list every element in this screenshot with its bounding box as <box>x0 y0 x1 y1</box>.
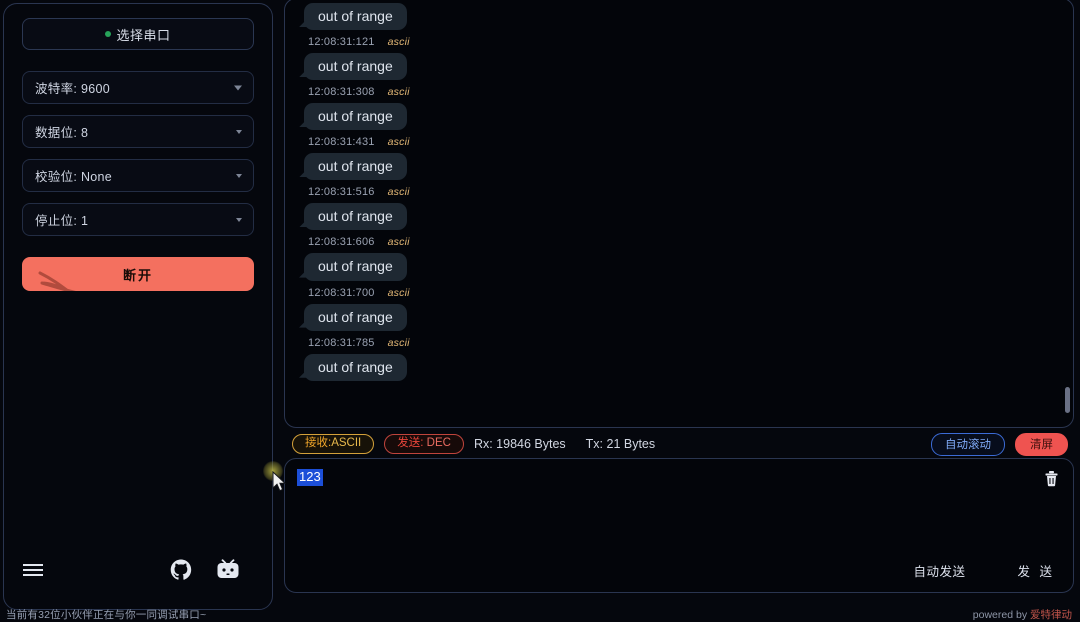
log-timestamp: 12:08:31:785 <box>308 336 375 349</box>
powered-by-brand: 爱特律动 <box>1030 608 1072 621</box>
log-timestamp: 12:08:31:700 <box>308 286 375 299</box>
stop-bits-label: 停止位: 1 <box>35 214 89 228</box>
chevron-down-icon <box>236 173 242 178</box>
log-timestamp: 12:08:31:308 <box>308 86 375 99</box>
log-meta-row: 12:08:31:121 ascii <box>308 36 1073 48</box>
sidebar-footer <box>22 559 254 581</box>
log-timestamp: 12:08:31:516 <box>308 186 375 199</box>
send-actions: 自动发送 发 送 <box>914 561 1056 580</box>
chevron-down-icon <box>234 85 242 90</box>
log-message-bubble: out of range <box>304 53 407 81</box>
send-input-value[interactable]: 123 <box>297 469 323 486</box>
receive-format-prefix: 接收: <box>305 437 332 450</box>
log-scrollbar-thumb[interactable] <box>1065 387 1070 413</box>
sidebar: 选择串口 波特率: 9600 数据位: 8 校验位: None 停止位: 1 断… <box>3 3 273 610</box>
log-message-bubble: out of range <box>304 303 407 331</box>
github-icon[interactable] <box>170 559 192 581</box>
log-timestamp: 12:08:31:606 <box>308 236 375 249</box>
auto-send-toggle[interactable]: 自动发送 <box>914 561 966 580</box>
log-format-label: ascii <box>387 186 410 199</box>
select-serial-port-label: 选择串口 <box>116 27 171 43</box>
data-bits-label: 数据位: 8 <box>35 126 89 140</box>
serial-log-list: out of range 12:08:31:121 ascii out of rang… <box>285 0 1073 385</box>
log-timestamp: 12:08:31:121 <box>308 36 375 49</box>
status-strip: 接收:ASCII 发送: DEC Rx: 19846 Bytes Tx: 21 … <box>284 430 1074 458</box>
log-format-label: ascii <box>387 136 410 149</box>
scribble-annotation <box>38 271 76 291</box>
log-meta-row: 12:08:31:431 ascii <box>308 136 1073 148</box>
trash-icon[interactable] <box>1044 470 1059 487</box>
send-format-badge[interactable]: 发送: DEC <box>384 434 464 454</box>
log-message-bubble: out of range <box>304 253 407 281</box>
serial-debugger-app: 选择串口 波特率: 9600 数据位: 8 校验位: None 停止位: 1 断… <box>0 0 1080 622</box>
log-meta-row: 12:08:31:308 ascii <box>308 86 1073 98</box>
send-format-prefix: 发送: <box>397 437 424 450</box>
powered-by-prefix: powered by <box>972 608 1030 621</box>
log-format-label: ascii <box>387 86 410 99</box>
rx-byte-counter: Rx: 19846 Bytes <box>473 437 566 451</box>
chevron-down-icon <box>236 217 242 222</box>
chevron-down-icon <box>236 129 242 134</box>
log-meta-row: 12:08:31:606 ascii <box>308 236 1073 248</box>
serial-log-panel[interactable]: out of range 12:08:31:121 ascii out of rang… <box>284 0 1074 428</box>
bottom-status-bar: 当前有32位小伙伴正在与你一同调试串口~ powered by 爱特律动 <box>0 606 1080 622</box>
log-format-label: ascii <box>387 36 410 49</box>
data-bits-select[interactable]: 数据位: 8 <box>22 115 254 148</box>
receive-format-value: ASCII <box>331 437 362 450</box>
menu-icon[interactable] <box>22 560 44 580</box>
online-users-text: 当前有32位小伙伴正在与你一同调试串口~ <box>6 608 207 621</box>
log-timestamp: 12:08:31:431 <box>308 136 375 149</box>
powered-by-text: powered by 爱特律动 <box>973 607 1072 622</box>
send-button[interactable]: 发 送 <box>1018 561 1055 580</box>
baud-rate-label: 波特率: 9600 <box>35 82 110 96</box>
send-format-value: DEC <box>423 437 451 450</box>
log-message-bubble: out of range <box>304 353 407 381</box>
baud-rate-select[interactable]: 波特率: 9600 <box>22 71 254 104</box>
send-input-panel[interactable]: 123 自动发送 发 送 <box>284 458 1074 593</box>
stop-bits-select[interactable]: 停止位: 1 <box>22 203 254 236</box>
log-meta-row: 12:08:31:700 ascii <box>308 287 1073 299</box>
main-panel: out of range 12:08:31:121 ascii out of rang… <box>273 0 1080 622</box>
disconnect-label: 断开 <box>122 267 153 283</box>
disconnect-button[interactable]: 断开 <box>22 257 254 291</box>
parity-label: 校验位: None <box>35 170 113 184</box>
auto-scroll-toggle[interactable]: 自动滚动 <box>931 432 1005 456</box>
log-message-bubble: out of range <box>304 3 407 31</box>
port-status-dot <box>105 31 112 37</box>
select-serial-port-button[interactable]: 选择串口 <box>22 18 254 50</box>
log-meta-row: 12:08:31:785 ascii <box>308 337 1073 349</box>
log-message-bubble: out of range <box>304 153 407 181</box>
tx-byte-counter: Tx: 21 Bytes <box>585 437 656 451</box>
clear-screen-button[interactable]: 清屏 <box>1015 432 1068 456</box>
log-scrollbar[interactable] <box>1065 3 1070 423</box>
log-format-label: ascii <box>387 336 410 349</box>
receive-format-badge[interactable]: 接收:ASCII <box>292 434 375 454</box>
log-meta-row: 12:08:31:516 ascii <box>308 186 1073 198</box>
log-format-label: ascii <box>387 286 410 299</box>
parity-select[interactable]: 校验位: None <box>22 159 254 192</box>
log-message-bubble: out of range <box>304 203 407 231</box>
log-format-label: ascii <box>387 236 410 249</box>
log-message-bubble: out of range <box>304 103 407 131</box>
bilibili-icon[interactable] <box>216 559 240 581</box>
